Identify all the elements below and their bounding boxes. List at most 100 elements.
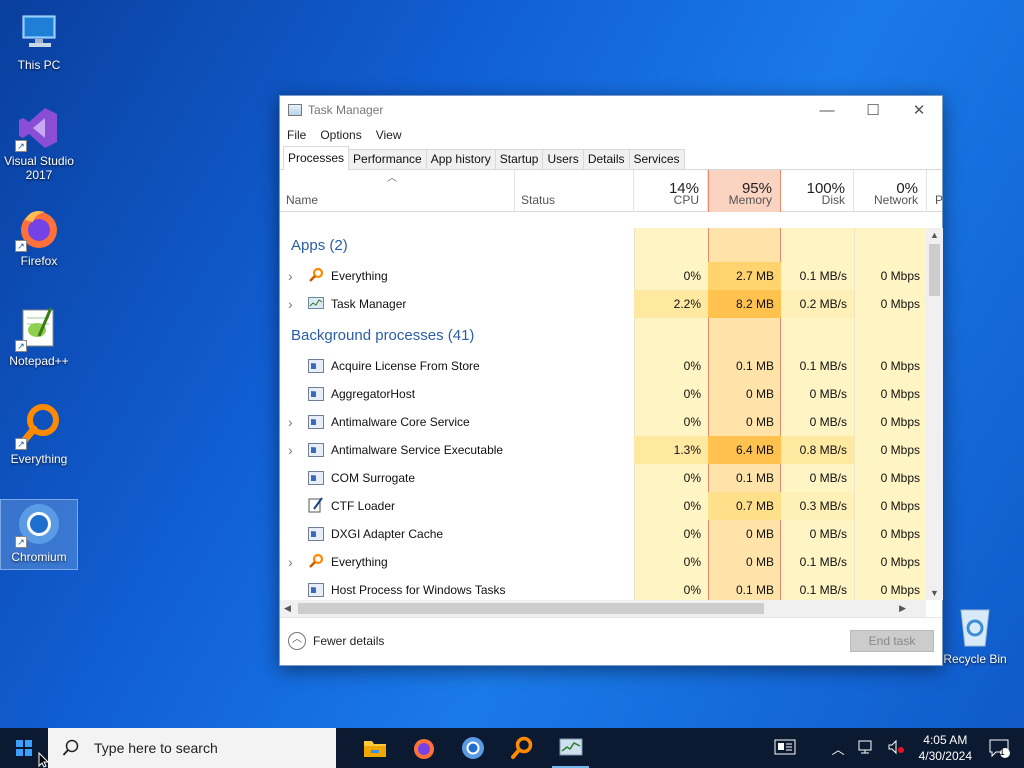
horizontal-scrollbar[interactable]: ◀ ▶ [280,600,926,617]
process-row[interactable]: › Task Manager 2.2% 8.2 MB 0.2 MB/s 0 Mbps [280,290,926,318]
taskbar: Type here to search ︿ 4:05 AM 4/30/2024 … [0,728,1024,768]
network-icon[interactable] [851,739,881,758]
process-cpu-value: 0% [683,387,701,401]
process-disk-value: 0.1 MB/s [799,555,847,569]
windows-logo-icon [16,740,32,756]
title-bar[interactable]: Task Manager — ☐ ✕ [280,96,942,124]
search-icon [62,739,79,756]
firefox-icon: ↗ [15,204,63,252]
process-group-header[interactable]: Apps (2) [280,228,926,262]
process-network-value: 0 Mbps [880,359,920,373]
process-memory-value: 0 MB [745,415,774,429]
column-header-disk[interactable]: 100% Disk [781,170,854,212]
scroll-left-arrow-icon[interactable]: ◀ [284,603,291,614]
column-header-cpu[interactable]: 14% CPU [634,170,708,212]
menu-view[interactable]: View [376,128,402,142]
tab-startup[interactable]: Startup [494,149,544,169]
tab-services[interactable]: Services [628,149,685,169]
desktop-icon-everything[interactable]: ↗ Everything [1,402,77,466]
process-network-value: 0 Mbps [880,583,920,597]
tab-app-history[interactable]: App history [425,149,496,169]
tab-performance[interactable]: Performance [348,149,427,169]
column-header-status[interactable]: Status [515,170,634,212]
column-header-name[interactable]: ︿ Name [280,170,515,212]
expand-chevron-icon[interactable]: › [288,436,298,464]
column-header-network[interactable]: 0% Network [854,170,927,212]
firefox-taskbar-icon[interactable] [399,728,448,768]
process-icon [308,415,324,429]
column-header-memory[interactable]: 95% Memory [708,170,781,212]
desktop-icon-this-pc[interactable]: This PC [1,8,77,72]
process-memory-value: 0 MB [745,555,774,569]
desktop-icon-firefox[interactable]: ↗ Firefox [1,204,77,268]
window-title: Task Manager [308,103,384,117]
task-manager-taskbar-icon[interactable] [546,728,595,768]
process-row[interactable]: COM Surrogate 0% 0.1 MB 0 MB/s 0 Mbps [280,464,926,492]
process-row[interactable]: CTF Loader 0% 0.7 MB 0.3 MB/s 0 Mbps [280,492,926,520]
process-group-title: Background processes (41) [291,326,475,344]
fewer-details-button[interactable]: ︿ Fewer details [288,632,384,650]
taskbar-search-box[interactable]: Type here to search [48,728,336,768]
process-disk-value: 0 MB/s [809,471,847,485]
everything-icon [308,553,324,568]
process-row[interactable]: › Everything 0% 0 MB 0.1 MB/s 0 Mbps [280,548,926,576]
scroll-up-arrow-icon[interactable]: ▲ [930,230,939,240]
system-tray: ︿ 4:05 AM 4/30/2024 1 [768,728,1024,768]
minimize-button[interactable]: — [804,96,850,124]
process-row[interactable]: Acquire License From Store 0% 0.1 MB 0.1 MB… [280,352,926,380]
maximize-button[interactable]: ☐ [850,96,896,124]
process-disk-value: 0.8 MB/s [781,436,854,464]
notification-count: 1 [999,746,1005,758]
process-row[interactable]: DXGI Adapter Cache 0% 0 MB 0 MB/s 0 Mbps [280,520,926,548]
desktop-icon-recycle-bin[interactable]: Recycle Bin [937,602,1013,666]
process-cpu-value: 1.3% [634,436,708,464]
menu-file[interactable]: File [287,128,306,142]
end-task-button[interactable]: End task [850,630,934,652]
chevron-up-icon: ︿ [288,632,306,650]
process-row[interactable]: › Antimalware Service Executable 1.3% 6.4 M… [280,436,926,464]
desktop-icon-chromium[interactable]: ↗ Chromium [0,499,78,570]
taskbar-clock[interactable]: 4:05 AM 4/30/2024 [911,732,980,764]
process-row[interactable]: › Antimalware Core Service 0% 0 MB 0 MB/s 0 M… [280,408,926,436]
chevron-up-icon[interactable]: ︿ [826,739,851,758]
process-row[interactable]: › Everything 0% 2.7 MB 0.1 MB/s 0 Mbps [280,262,926,290]
process-group-header[interactable]: Background processes (41) [280,318,926,352]
everything-icon: ↗ [15,402,63,450]
expand-chevron-icon[interactable]: › [288,290,298,318]
process-disk-value: 0 MB/s [809,387,847,401]
file-explorer-icon[interactable] [350,728,399,768]
tab-details[interactable]: Details [582,149,630,169]
horizontal-scroll-thumb[interactable] [298,603,764,614]
expand-chevron-icon[interactable]: › [288,548,298,576]
process-name: Antimalware Core Service [331,415,470,429]
expand-chevron-icon[interactable]: › [288,262,298,290]
menu-options[interactable]: Options [320,128,361,142]
news-widget-icon[interactable] [768,739,802,758]
close-button[interactable]: ✕ [896,96,942,124]
vertical-scrollbar[interactable]: ▲ ▼ [926,228,943,600]
desktop-icon-label: Chromium [11,550,67,564]
tab-users[interactable]: Users [542,149,584,169]
everything-taskbar-icon[interactable] [497,728,546,768]
tab-processes[interactable]: Processes [283,146,350,170]
expand-chevron-icon[interactable]: › [288,408,298,436]
column-header-power[interactable]: P [927,170,944,212]
task-manager-icon [288,104,302,116]
notification-center-button[interactable]: 1 [980,728,1024,768]
process-row[interactable]: Host Process for Windows Tasks 0% 0.1 MB 0.… [280,576,926,600]
scroll-right-arrow-icon[interactable]: ▶ [899,603,906,614]
desktop-icon-label: Recycle Bin [943,652,1007,666]
vertical-scroll-thumb[interactable] [929,244,940,296]
process-disk-value: 0 MB/s [809,415,847,429]
desktop-icon-notepadpp[interactable]: ↗ Notepad++ [1,304,77,368]
volume-muted-icon[interactable] [881,739,911,758]
desktop-icon-visual-studio[interactable]: ↗ Visual Studio 2017 [1,104,77,182]
process-network-value: 0 Mbps [880,297,920,311]
column-header-row: ︿ Name Status 14% CPU 95% Memory 100% Di… [280,170,944,212]
window-footer: ︿ Fewer details End task [280,617,942,665]
process-disk-value: 0.1 MB/s [799,359,847,373]
chromium-taskbar-icon[interactable] [448,728,497,768]
process-row[interactable]: AggregatorHost 0% 0 MB 0 MB/s 0 Mbps [280,380,926,408]
scroll-down-arrow-icon[interactable]: ▼ [930,588,939,598]
process-icon [308,527,324,541]
